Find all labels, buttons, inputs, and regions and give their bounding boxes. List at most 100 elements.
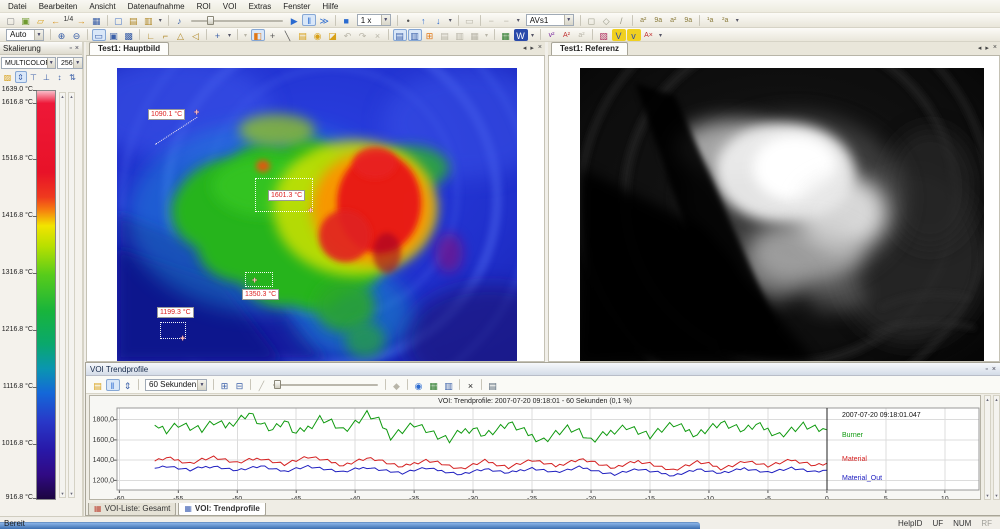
flip-h-icon[interactable]: △ [174,29,188,41]
trend-scrollbar-1[interactable]: ▲ ▼ [984,395,991,500]
color-scale-bar[interactable] [36,90,56,500]
roi-list-2-icon[interactable]: ▥ [453,29,467,41]
scaling-mode-select[interactable]: Auto ▼ [6,29,44,41]
slider-thumb[interactable] [274,380,281,389]
table-view-icon[interactable]: ▥ [442,379,456,391]
trend-scale-icon[interactable]: ⇕ [121,379,135,391]
print-trend-icon[interactable]: ▤ [486,379,500,391]
slider-thumb[interactable] [207,16,214,25]
circle-tool-icon[interactable]: ◉ [311,29,325,41]
frame-position-slider[interactable] [191,15,283,26]
voi-edit-icon[interactable]: ▧ [597,29,611,41]
voi-delete-icon[interactable]: A× [642,29,656,41]
label-temp2-icon[interactable]: 9a [681,14,695,26]
reference-image[interactable] [580,68,984,361]
window-layout-icon[interactable]: ▭ [462,14,476,26]
roi-marker-icon[interactable]: + [308,207,313,213]
playback-speed-select[interactable]: 1 x ▼ [357,14,391,26]
roi-marker-icon[interactable]: + [194,109,199,115]
tab-hauptbild[interactable]: Test1: Hauptbild [89,42,169,55]
voi-dim-icon[interactable]: a² [575,29,589,41]
frame-counter-label[interactable]: 1/4 [64,14,74,26]
copy-roi-icon[interactable]: ▤ [393,29,407,41]
export-image-icon[interactable]: ▥ [141,14,155,26]
avs-select[interactable]: AVs1 ▼ [526,14,574,26]
pan-icon[interactable]: + [211,29,225,41]
copy-report-icon[interactable]: ▤ [126,14,140,26]
zoom-in-icon[interactable]: ⊕ [55,29,69,41]
pause-icon[interactable]: ‖ [302,14,316,26]
delete-roi-icon[interactable]: × [371,29,385,41]
step-down-icon[interactable]: ↓ [431,14,445,26]
menu-item[interactable]: Fenster [277,0,316,13]
menu-item[interactable]: Bearbeiten [33,0,84,13]
scale-wizard-icon[interactable]: ▨ [2,71,14,83]
roi-temp-label[interactable]: 1601.3 °C [268,190,305,201]
interval-select[interactable]: 60 Sekunden ▼ [145,379,207,391]
draw-line-icon[interactable]: ╲ [281,29,295,41]
shift-range-icon[interactable]: ⇅ [67,71,79,83]
record-icon[interactable]: • [401,14,415,26]
zoom-time-out-icon[interactable]: ⊟ [233,379,247,391]
word-export-icon[interactable]: W [514,29,528,41]
tab-prev-icon[interactable]: ◂ [978,44,982,52]
palette-select[interactable]: MULTICOLOF ▼ [1,57,56,69]
more-voi-icon[interactable]: ▾ [657,29,665,41]
open-folder-icon[interactable]: ▱ [34,14,48,26]
scale-max-icon[interactable]: ⊤ [28,71,40,83]
more-playback-icon[interactable]: ▾ [446,14,454,26]
rect-tool-icon[interactable]: ▤ [296,29,310,41]
trend-pen-icon[interactable]: ╱ [255,379,269,391]
label-area-icon[interactable]: a² [636,14,650,26]
trend-position-slider[interactable] [273,379,378,390]
roi-marker-icon[interactable]: + [252,277,257,283]
zoom-out-icon[interactable]: ⊖ [70,29,84,41]
excel-export-icon[interactable]: ▦ [499,29,513,41]
arrow-down-icon[interactable]: ▼ [994,492,999,499]
menu-item[interactable]: ROI [191,0,217,13]
rotate-left-icon[interactable]: ∟ [144,29,158,41]
new-report-icon[interactable]: ▣ [19,14,33,26]
paste-roi-icon[interactable]: ▥ [408,29,422,41]
tab-close-icon[interactable]: × [538,44,542,52]
trend-scrollbar-2[interactable]: ▲ ▼ [993,395,1000,500]
arrow-down-icon[interactable]: ▼ [60,490,65,497]
more-labels-icon[interactable]: ▾ [733,14,741,26]
autoscale-icon[interactable]: ⇕ [15,71,27,83]
arrow-up-icon[interactable]: ▲ [60,93,65,100]
roi-marker-icon[interactable]: + [180,335,185,341]
more-roi-icon[interactable]: ▾ [483,29,491,41]
arrow-up-icon[interactable]: ▲ [69,93,74,100]
stop-icon[interactable]: ■ [339,14,353,26]
scale-min-icon[interactable]: ⊥ [41,71,53,83]
open-prev-icon[interactable]: ← [49,14,63,26]
tab-prev-icon[interactable]: ◂ [523,44,527,52]
menu-item[interactable]: Ansicht [83,0,121,13]
roi-list-1-icon[interactable]: ▤ [438,29,452,41]
roi-temp-label[interactable]: 1350.3 °C [242,289,279,300]
pin-icon[interactable]: ▫ [985,366,987,373]
scale-upper-scrollbar[interactable]: ▲ ▼ [59,92,66,498]
menu-item[interactable]: Datenaufnahme [122,0,191,13]
voi-yellow2-icon[interactable]: v [627,29,641,41]
tag-1-icon[interactable]: ¹a [703,14,717,26]
roi-temp-label[interactable]: 1090.1 °C [148,109,185,120]
play-icon[interactable]: ▶ [287,14,301,26]
tab-referenz[interactable]: Test1: Referenz [551,42,628,55]
menu-item[interactable]: VOI [217,0,243,13]
close-icon[interactable]: × [75,45,79,52]
roi-list-3-icon[interactable]: ▦ [468,29,482,41]
more-file-icon[interactable]: ▾ [156,14,164,26]
undo-icon[interactable]: ↶ [341,29,355,41]
clear-trend-icon[interactable]: × [464,379,478,391]
audio-icon[interactable]: ♪ [172,14,186,26]
copy-image-icon[interactable]: ▢ [111,14,125,26]
roi-region[interactable] [245,272,273,287]
trend-pause-icon[interactable]: ‖ [106,379,120,391]
visibility-icon[interactable]: ◉ [412,379,426,391]
tab-next-icon[interactable]: ▸ [985,44,989,52]
arrow-up-icon[interactable]: ▲ [994,396,999,403]
step-up-icon[interactable]: ↑ [416,14,430,26]
zoom-time-in-icon[interactable]: ⊞ [218,379,232,391]
tab-next-icon[interactable]: ▸ [530,44,534,52]
